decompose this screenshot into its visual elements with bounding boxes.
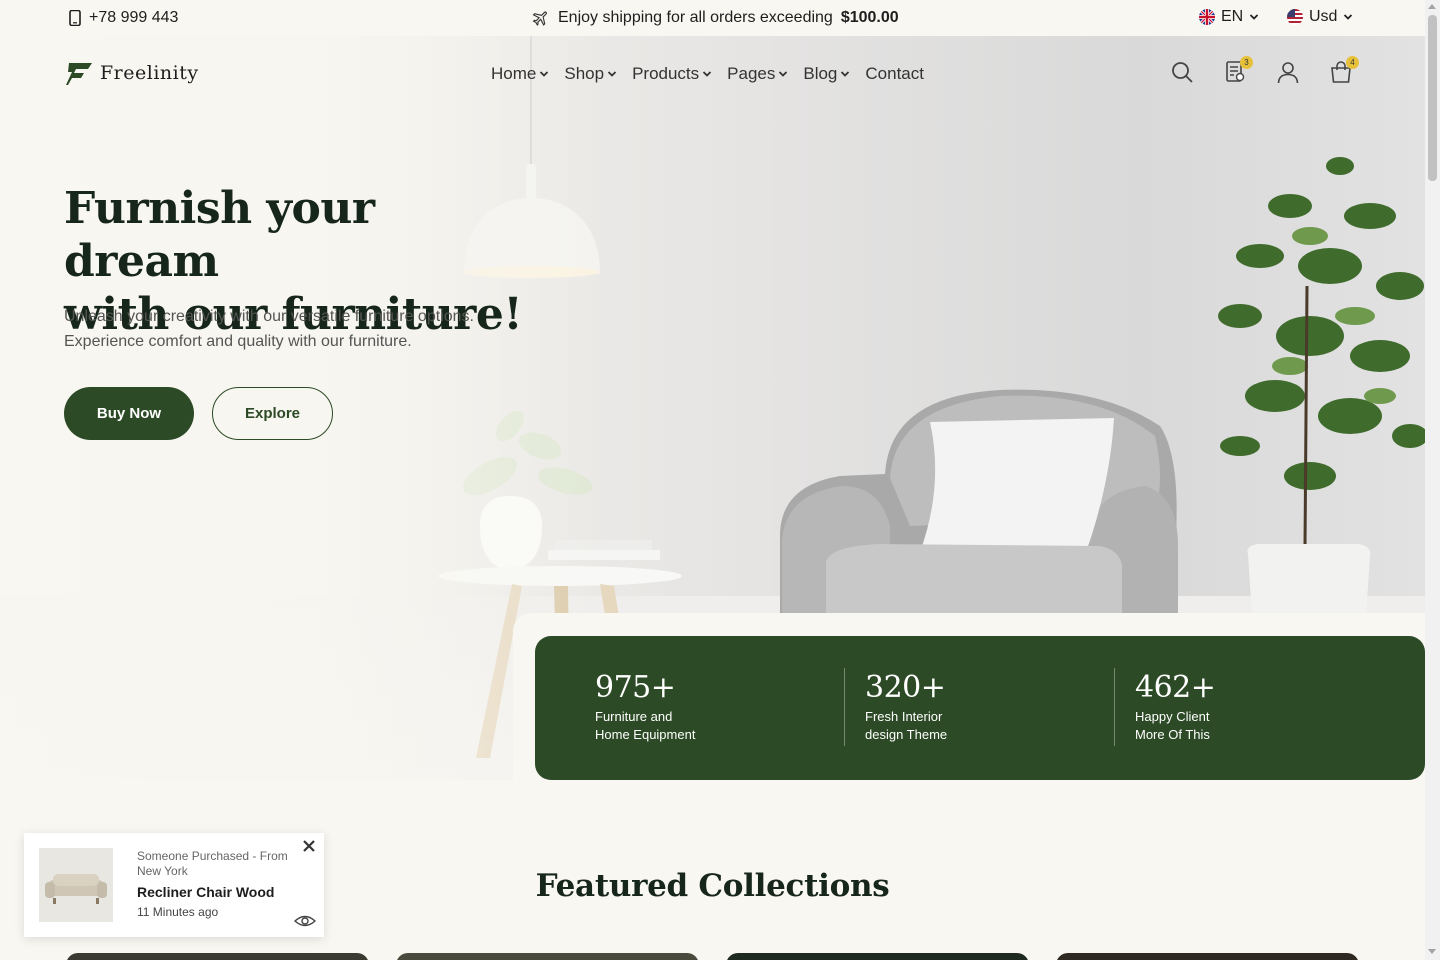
- hero-subtitle-line-1: Unleash your creativity with our versati…: [64, 308, 474, 325]
- stat-label: Furniture and Home Equipment: [595, 708, 735, 744]
- nav-item-home[interactable]: Home: [491, 64, 549, 84]
- nav-label: Blog: [803, 64, 838, 83]
- main-navigation: Home Shop Products Pages Blog Contact: [491, 64, 924, 84]
- stat-label: Happy Client More Of This: [1135, 708, 1275, 744]
- close-icon[interactable]: [302, 839, 316, 853]
- phone-icon: [69, 10, 81, 26]
- armchair-image: [780, 389, 1178, 616]
- chevron-down-icon: [1250, 14, 1259, 20]
- stat-designs: 320+ Fresh Interior design Theme: [865, 670, 1005, 744]
- stats-band: 975+ Furniture and Home Equipment 320+ F…: [535, 636, 1425, 780]
- currency-label: Usd: [1309, 8, 1338, 25]
- language-selector[interactable]: EN: [1199, 8, 1259, 26]
- scroll-up-arrow[interactable]: [1428, 4, 1436, 9]
- purchase-product[interactable]: Recliner Chair Wood: [137, 884, 274, 900]
- chevron-down-icon: [607, 71, 617, 77]
- eye-icon[interactable]: [294, 913, 316, 929]
- currency-selector[interactable]: Usd: [1287, 8, 1353, 26]
- stat-number: 320+: [865, 670, 946, 705]
- stat-clients: 462+ Happy Client More Of This: [1135, 670, 1275, 744]
- us-flag-icon: [1287, 9, 1303, 25]
- uk-flag-icon: [1199, 9, 1215, 25]
- nav-item-pages[interactable]: Pages: [727, 64, 788, 84]
- collection-card[interactable]: [726, 953, 1029, 960]
- nav-label: Shop: [564, 64, 605, 83]
- collection-card[interactable]: [66, 953, 369, 960]
- hero-title-line-1: Furnish your dream: [64, 183, 375, 287]
- nav-item-contact[interactable]: Contact: [865, 64, 924, 84]
- nav-label: Home: [491, 64, 537, 83]
- product-thumbnail: [39, 848, 113, 922]
- account-button[interactable]: [1276, 60, 1300, 86]
- explore-button[interactable]: Explore: [212, 387, 333, 440]
- user-icon: [1277, 62, 1299, 84]
- collection-card[interactable]: [1056, 953, 1359, 960]
- stat-label-line-2: design Theme: [865, 727, 948, 742]
- stat-label-line-1: Furniture and: [595, 709, 673, 724]
- stat-label-line-2: Home Equipment: [595, 727, 696, 742]
- chevron-down-icon: [1344, 14, 1353, 20]
- search-button[interactable]: [1170, 60, 1194, 86]
- announcement-bar: +78 999 443 Enjoy shipping for all order…: [0, 0, 1425, 36]
- purchase-time: 11 Minutes ago: [137, 905, 219, 919]
- cart-button[interactable]: 4: [1329, 56, 1359, 86]
- nav-item-shop[interactable]: Shop: [564, 64, 617, 84]
- chevron-down-icon: [540, 71, 549, 77]
- nav-label: Products: [632, 64, 700, 83]
- stat-divider: [844, 668, 845, 746]
- stat-number: 462+: [1135, 670, 1216, 705]
- hero-subtitle-line-2: Experience comfort and quality with our …: [64, 333, 412, 350]
- brand-logo[interactable]: Freelinity: [66, 60, 199, 86]
- search-icon: [1172, 62, 1193, 83]
- scrollbar-thumb[interactable]: [1428, 15, 1437, 181]
- shipping-notice: Enjoy shipping for all orders exceeding …: [532, 9, 899, 27]
- nav-item-blog[interactable]: Blog: [803, 64, 850, 84]
- recent-purchase-popup[interactable]: Someone Purchased - From New York Reclin…: [24, 833, 324, 937]
- shipping-text: Enjoy shipping for all orders exceeding: [558, 9, 833, 26]
- shipping-amount: $100.00: [840, 9, 899, 26]
- phone-contact[interactable]: +78 999 443: [69, 9, 178, 27]
- buy-now-button[interactable]: Buy Now: [64, 387, 194, 440]
- language-label: EN: [1221, 8, 1244, 25]
- airplane-icon: [532, 11, 547, 26]
- nav-item-products[interactable]: Products: [632, 64, 712, 84]
- chevron-down-icon: [703, 71, 712, 77]
- nav-label: Pages: [727, 64, 776, 83]
- brand-name: Freelinity: [100, 62, 199, 84]
- chevron-down-icon: [841, 71, 850, 77]
- stat-number: 975+: [595, 670, 676, 705]
- phone-number: +78 999 443: [89, 9, 179, 26]
- cart-count-badge: 4: [1346, 56, 1359, 69]
- stat-label-line-1: Fresh Interior: [865, 709, 943, 724]
- stat-divider: [1114, 668, 1115, 746]
- stat-label: Fresh Interior design Theme: [865, 708, 1005, 744]
- page: +78 999 443 Enjoy shipping for all order…: [0, 0, 1425, 960]
- scroll-down-arrow[interactable]: [1428, 949, 1436, 954]
- compare-button[interactable]: 3: [1223, 56, 1253, 86]
- chevron-down-icon: [779, 71, 788, 77]
- stat-furniture: 975+ Furniture and Home Equipment: [595, 670, 735, 744]
- stat-label-line-2: More Of This: [1135, 727, 1210, 742]
- logo-mark-icon: [66, 63, 92, 85]
- purchase-source: Someone Purchased - From New York: [137, 849, 288, 878]
- header-actions: 3 4: [1170, 56, 1359, 86]
- collection-card[interactable]: [396, 953, 699, 960]
- nav-label: Contact: [865, 64, 924, 83]
- compare-count-badge: 3: [1240, 56, 1253, 69]
- hero-subtitle: Unleash your creativity with our versati…: [64, 304, 504, 354]
- page-scrollbar[interactable]: [1425, 0, 1440, 960]
- stat-label-line-1: Happy Client: [1135, 709, 1210, 724]
- potted-plant-image: [1218, 157, 1425, 616]
